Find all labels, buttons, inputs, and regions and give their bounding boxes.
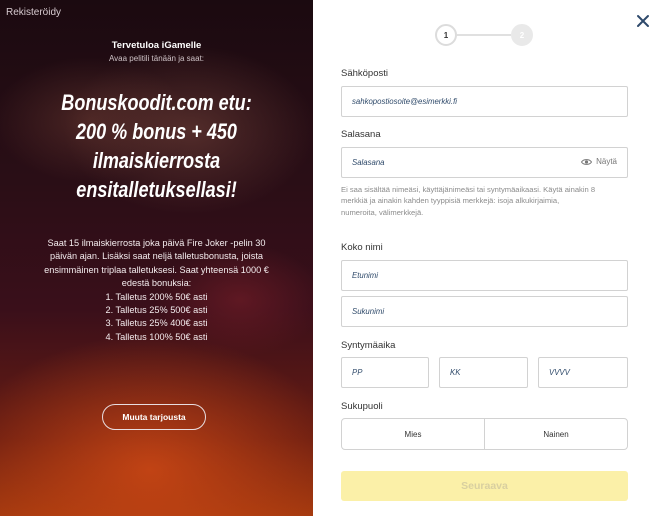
firstname-field[interactable]: Etunimi (341, 260, 628, 291)
promo-headline: Bonuskoodit.com etu: 200 % bonus + 450 i… (53, 88, 260, 204)
headline-line: ensitalletuksellasi! (76, 177, 237, 202)
change-offer-button[interactable]: Muuta tarjousta (102, 404, 206, 430)
lastname-field[interactable]: Sukunimi (341, 296, 628, 327)
fullname-label: Koko nimi (341, 242, 383, 253)
month-placeholder: KK (450, 368, 461, 377)
email-label: Sähköposti (341, 68, 389, 79)
email-field[interactable]: sahkopostiosoite@esimerkki.fi (341, 86, 628, 117)
day-placeholder: PP (352, 368, 363, 377)
lastname-placeholder: Sukunimi (352, 307, 385, 316)
headline-line: 200 % bonus + 450 (76, 119, 237, 144)
desc-line: ensimmäinen triplaa talletuksesi. Saat y… (44, 264, 269, 275)
firstname-placeholder: Etunimi (352, 271, 378, 280)
desc-line: edestä bonuksia: (121, 278, 192, 289)
password-label: Salasana (341, 129, 381, 140)
register-title: Rekisteröidy (6, 7, 62, 18)
gender-label: Sukupuoli (341, 401, 383, 412)
password-placeholder: Salasana (352, 158, 385, 167)
desc-line: 3. Talletus 25% 400€ asti (105, 318, 208, 329)
desc-line: Saat 15 ilmaiskierrosta joka päivä Fire … (47, 238, 266, 248)
email-placeholder: sahkopostiosoite@esimerkki.fi (352, 97, 457, 106)
password-hint: Ei saa sisältää nimeäsi, käyttäjänimeäsi… (341, 184, 633, 218)
close-icon[interactable] (635, 13, 651, 29)
eye-icon (581, 158, 593, 165)
step-connector (457, 34, 511, 36)
password-field[interactable]: Salasana Näytä (341, 147, 628, 178)
hint-line: merkkiä ja ainakin kahden tyyppisiä merk… (341, 196, 560, 206)
welcome-subtitle: Avaa pelitili tänään ja saat: (108, 54, 205, 63)
welcome-title: Tervetuloa iGamelle (111, 40, 202, 51)
hint-line: Ei saa sisältää nimeäsi, käyttäjänimeäsi… (341, 185, 596, 194)
gender-male-option[interactable]: Mies (342, 419, 484, 449)
headline-line: ilmaiskierrosta (92, 148, 221, 173)
gender-selector: Mies Nainen (341, 418, 628, 450)
registration-form: 1 2 Sähköposti sahkopostiosoite@esimerkk… (313, 0, 660, 516)
month-field[interactable]: KK (439, 357, 528, 388)
year-field[interactable]: VVVV (538, 357, 628, 388)
desc-line: päivän ajan. Lisäksi saat neljä talletus… (50, 251, 263, 262)
year-placeholder: VVVV (549, 368, 570, 377)
desc-line: 2. Talletus 25% 500€ asti (105, 305, 208, 316)
dob-label: Syntymäaika (341, 340, 396, 351)
next-button[interactable]: Seuraava (341, 471, 628, 501)
gender-female-option[interactable]: Nainen (484, 419, 627, 449)
promo-description: Saat 15 ilmaiskierrosta joka päivä Fire … (26, 237, 287, 344)
show-password-toggle[interactable]: Näytä (581, 157, 617, 166)
show-label: Näytä (596, 157, 617, 166)
promo-panel: Rekisteröidy Tervetuloa iGamelle Avaa pe… (0, 0, 313, 516)
headline-line: Bonuskoodit.com etu: (61, 90, 252, 115)
day-field[interactable]: PP (341, 357, 429, 388)
hint-line: numeroita, välimerkkejä. (341, 207, 424, 217)
step-2: 2 (511, 24, 533, 46)
step-1: 1 (435, 24, 457, 46)
desc-line: 1. Talletus 200% 50€ asti (105, 291, 208, 302)
desc-line: 4. Talletus 100% 50€ asti (105, 331, 208, 342)
step-indicator: 1 2 (435, 24, 535, 46)
